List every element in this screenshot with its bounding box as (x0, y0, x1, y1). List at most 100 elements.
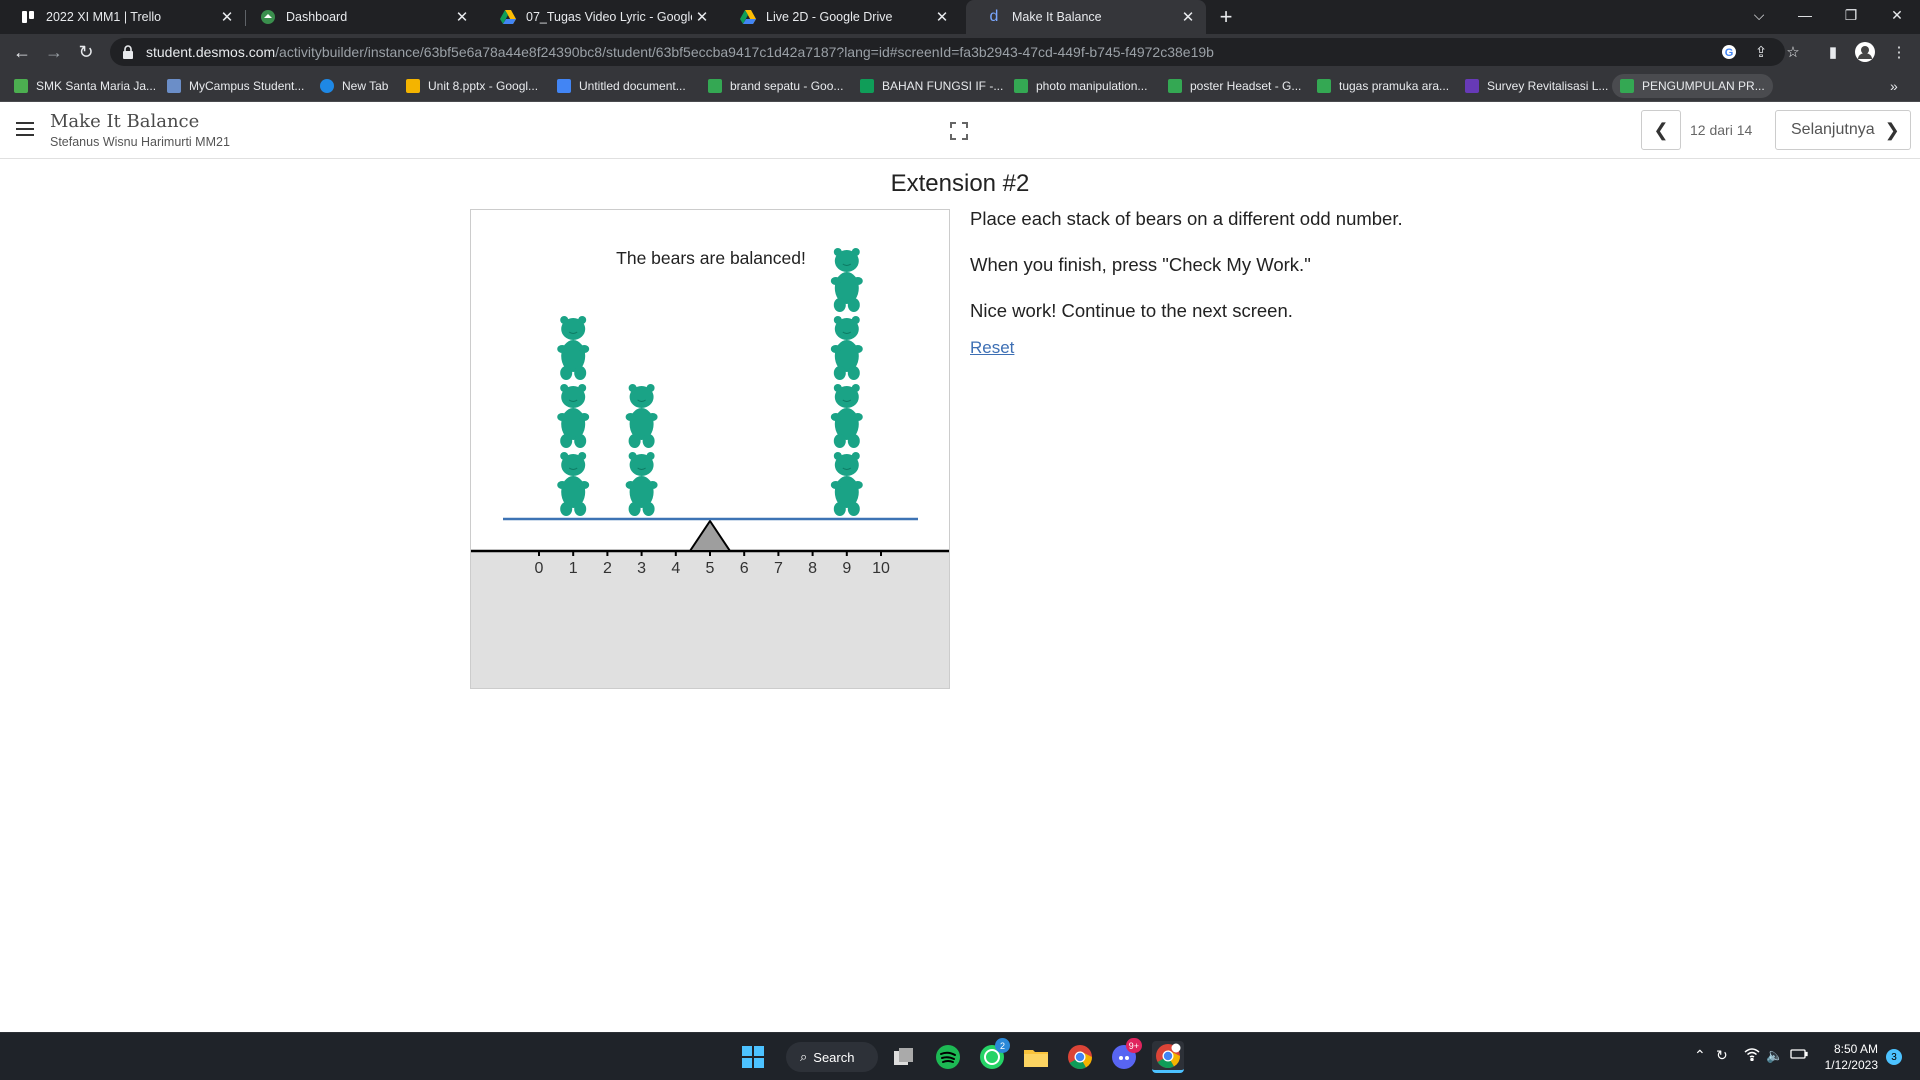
forward-icon[interactable]: → (40, 38, 68, 66)
gummy-bear[interactable] (830, 248, 863, 312)
bookmark-favicon-icon (708, 79, 722, 93)
reset-link[interactable]: Reset (970, 338, 1014, 358)
close-tab-icon[interactable]: ✕ (1178, 7, 1198, 27)
task-view-icon[interactable] (888, 1041, 920, 1073)
gummy-bear[interactable] (625, 452, 658, 516)
battery-icon[interactable] (1790, 1047, 1808, 1063)
wifi-icon[interactable] (1744, 1047, 1760, 1064)
restore-icon[interactable]: ❐ (1828, 0, 1874, 30)
bookmark-item[interactable]: PENGUMPULAN PR... (1612, 74, 1773, 98)
url-host: student.desmos.com (146, 44, 276, 60)
address-bar[interactable]: student.desmos.com/activitybuilder/insta… (110, 38, 1785, 66)
chrome-icon[interactable] (1064, 1041, 1096, 1073)
fullscreen-icon[interactable] (950, 122, 970, 140)
bookmark-favicon-icon (1317, 79, 1331, 93)
bear-stack[interactable] (625, 384, 658, 516)
side-panel-icon[interactable]: ▮ (1819, 38, 1847, 66)
discord-icon[interactable]: 9+ (1108, 1038, 1142, 1073)
share-icon[interactable]: ⇪ (1747, 38, 1775, 66)
discord-badge: 9+ (1125, 1038, 1142, 1053)
bookmark-star-icon[interactable]: ☆ (1779, 38, 1807, 66)
back-icon[interactable]: ← (8, 38, 36, 66)
bookmark-label: Unit 8.pptx - Googl... (428, 79, 539, 93)
tab-search-icon[interactable]: ⌵ (1736, 0, 1782, 30)
tick-label: 2 (603, 560, 612, 577)
notification-badge[interactable]: 3 (1886, 1049, 1902, 1065)
bookmark-item[interactable]: Unit 8.pptx - Googl... (406, 70, 538, 102)
bookmark-label: photo manipulation... (1036, 79, 1148, 93)
bookmark-item[interactable]: Survey Revitalisasi L... (1465, 70, 1608, 102)
search-icon: ⌕ (800, 1049, 808, 1064)
bear-stack[interactable] (557, 316, 590, 516)
minimize-icon[interactable]: — (1782, 0, 1828, 30)
bookmark-item[interactable]: Untitled document... (557, 70, 686, 102)
tab-dashboard[interactable]: Dashboard ✕ (240, 0, 480, 34)
bookmark-favicon-icon (320, 79, 334, 93)
gummy-bear[interactable] (557, 316, 590, 380)
chrome-profile-icon[interactable] (1152, 1041, 1184, 1073)
tab-title: 2022 XI MM1 | Trello (46, 10, 162, 24)
close-tab-icon[interactable]: ✕ (452, 7, 472, 27)
chevron-up-icon[interactable]: ⌃ (1694, 1047, 1706, 1064)
next-screen-button[interactable]: Selanjutnya ❯ (1775, 110, 1911, 150)
whatsapp-icon[interactable]: 2 (976, 1038, 1010, 1073)
balance-graph[interactable]: 0 1 2 3 4 5 6 7 8 9 10 The bears are balanced! (470, 209, 950, 689)
gummy-bear[interactable] (830, 384, 863, 448)
google-lens-icon[interactable]: G (1715, 38, 1743, 66)
update-icon[interactable]: ↻ (1716, 1047, 1728, 1064)
tick-label: 9 (842, 560, 851, 577)
bookmark-favicon-icon (14, 79, 28, 93)
lock-icon (123, 45, 133, 59)
close-tab-icon[interactable]: ✕ (932, 7, 952, 27)
bookmark-favicon-icon (406, 79, 420, 93)
bookmark-favicon-icon (1014, 79, 1028, 93)
volume-icon[interactable]: 🔈 (1766, 1047, 1783, 1064)
bookmark-favicon-icon (167, 79, 181, 93)
bookmark-item[interactable]: BAHAN FUNGSI IF -... (860, 70, 1003, 102)
bookmark-item[interactable]: brand sepatu - Goo... (708, 70, 843, 102)
bookmark-item[interactable]: photo manipulation... (1014, 70, 1147, 102)
gummy-bear[interactable] (625, 384, 658, 448)
gummy-bear[interactable] (557, 384, 590, 448)
desmos-icon: d (989, 8, 999, 25)
reload-icon[interactable]: ↻ (72, 38, 100, 66)
google-drive-icon (500, 9, 516, 25)
tab-live-2d[interactable]: Live 2D - Google Drive ✕ (720, 0, 960, 34)
bookmark-item[interactable]: MyCampus Student... (167, 70, 304, 102)
spotify-icon[interactable] (932, 1041, 964, 1073)
close-tab-icon[interactable]: ✕ (692, 7, 712, 27)
browser-menu-icon[interactable]: ⋮ (1885, 38, 1913, 66)
bear-stack[interactable] (830, 248, 863, 516)
file-explorer-icon[interactable] (1020, 1041, 1052, 1073)
profile-avatar-icon[interactable] (1851, 38, 1879, 66)
bookmark-item[interactable]: New Tab (320, 70, 388, 102)
tab-trello[interactable]: 2022 XI MM1 | Trello ✕ (0, 0, 245, 34)
close-window-icon[interactable]: ✕ (1874, 0, 1920, 30)
page-counter: 12 dari 14 (1690, 122, 1753, 138)
taskbar-search[interactable]: ⌕ Search (786, 1042, 878, 1072)
bookmark-item[interactable]: poster Headset - G... (1168, 70, 1301, 102)
bear-stacks[interactable] (557, 248, 863, 516)
next-label: Selanjutnya (1791, 121, 1875, 138)
school-icon (260, 9, 276, 25)
gummy-bear[interactable] (557, 452, 590, 516)
instruction-text: When you finish, press "Check My Work." (970, 254, 1311, 275)
previous-screen-button[interactable]: ❮ (1641, 110, 1681, 150)
bookmarks-bar: SMK Santa Maria Ja... MyCampus Student..… (0, 70, 1920, 102)
bookmark-label: Untitled document... (579, 79, 686, 93)
tick-label: 10 (872, 560, 890, 577)
new-tab-button[interactable]: + (1212, 4, 1240, 29)
tab-video-lyric[interactable]: 07_Tugas Video Lyric - Google D ✕ (480, 0, 720, 34)
windows-start-icon[interactable] (737, 1041, 769, 1073)
menu-icon[interactable] (16, 122, 34, 138)
gummy-bear[interactable] (830, 452, 863, 516)
tab-make-it-balance[interactable]: d Make It Balance ✕ (966, 0, 1206, 34)
windows-taskbar: ⌕ Search 2 9+ ⌃ ↻ 🔈 8:50 AM 1/12/2023 3 (0, 1032, 1920, 1080)
bookmark-favicon-icon (1168, 79, 1182, 93)
gummy-bear[interactable] (830, 316, 863, 380)
system-clock[interactable]: 8:50 AM 1/12/2023 (1818, 1041, 1878, 1073)
bookmark-item[interactable]: tugas pramuka ara... (1317, 70, 1449, 102)
bookmark-item[interactable]: SMK Santa Maria Ja... (14, 70, 156, 102)
more-bookmarks-icon[interactable]: » (1890, 70, 1898, 102)
close-tab-icon[interactable]: ✕ (217, 7, 237, 27)
